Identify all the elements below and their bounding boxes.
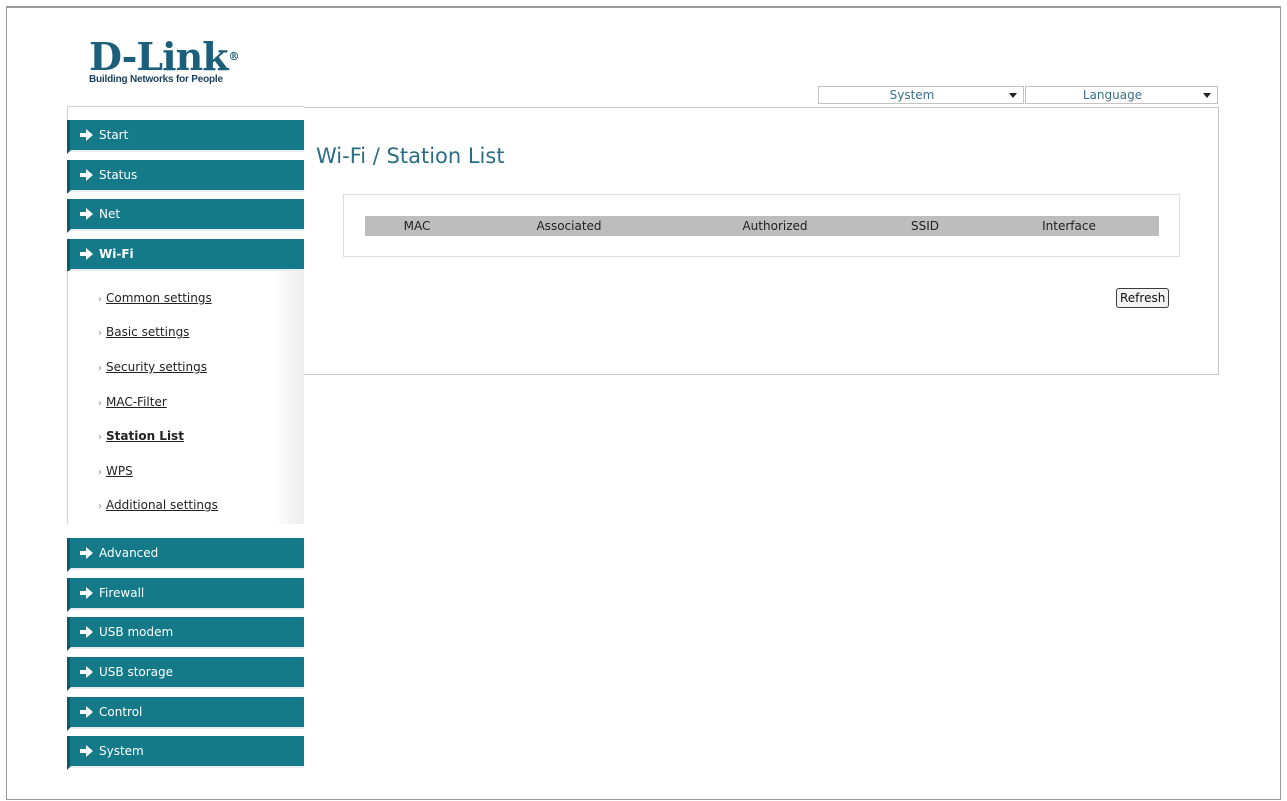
- sidebar-item-net[interactable]: Net: [67, 199, 304, 233]
- submenu-item-mac-filter[interactable]: › MAC-Filter: [98, 395, 167, 409]
- chevron-right-icon: ›: [98, 398, 102, 409]
- sidebar-item-usb-storage[interactable]: USB storage: [67, 657, 304, 691]
- language-select[interactable]: Language: [1025, 86, 1218, 104]
- sidebar-item-label: Net: [99, 207, 121, 221]
- dlink-logo: D-Link® Building Networks for People: [89, 34, 240, 86]
- chevron-right-icon: ›: [98, 467, 102, 478]
- sidebar-top-border: [67, 106, 304, 120]
- submenu-item-wps[interactable]: › WPS: [98, 464, 133, 478]
- sidebar-item-advanced[interactable]: Advanced: [67, 538, 304, 572]
- chevron-right-icon: ›: [98, 363, 102, 374]
- chevron-right-icon: ›: [98, 432, 102, 443]
- chevron-down-icon: [1203, 93, 1211, 98]
- arrow-right-icon: [80, 208, 93, 220]
- table-header: MAC Associated Authorized SSID Interface: [365, 216, 1159, 236]
- sidebar-item-usb-modem[interactable]: USB modem: [67, 617, 304, 651]
- submenu-item-security-settings[interactable]: › Security settings: [98, 360, 207, 374]
- wifi-submenu: › Common settings › Basic settings › Securi…: [67, 271, 304, 524]
- column-header-associated: Associated: [536, 219, 602, 233]
- sidebar-item-label: Status: [99, 168, 138, 182]
- page-title: Wi-Fi / Station List: [316, 144, 505, 168]
- logo-brand: D-Link®: [89, 34, 240, 79]
- arrow-right-icon: [80, 666, 93, 678]
- sidebar-item-label: USB storage: [99, 665, 174, 679]
- submenu-item-additional-settings[interactable]: › Additional settings: [98, 498, 218, 512]
- sidebar-item-label: System: [99, 744, 144, 758]
- arrow-right-icon: [80, 745, 93, 757]
- submenu-item-station-list[interactable]: › Station List: [98, 429, 184, 443]
- logo-tagline: Building Networks for People: [89, 74, 223, 85]
- sidebar-item-system[interactable]: System: [67, 736, 304, 770]
- system-select-value: System: [889, 88, 935, 102]
- sidebar-item-label: Control: [99, 705, 143, 719]
- sidebar-item-label: USB modem: [99, 625, 174, 639]
- column-header-interface: Interface: [1042, 219, 1096, 233]
- chevron-right-icon: ›: [98, 294, 102, 305]
- sidebar-item-control[interactable]: Control: [67, 697, 304, 731]
- arrow-right-icon: [80, 248, 93, 260]
- sidebar-item-wifi[interactable]: Wi-Fi: [67, 239, 304, 273]
- sidebar-item-label: Advanced: [99, 546, 159, 560]
- arrow-right-icon: [80, 706, 93, 718]
- sidebar-item-label: Wi-Fi: [99, 247, 134, 261]
- sidebar-item-status[interactable]: Status: [67, 160, 304, 194]
- arrow-right-icon: [80, 626, 93, 638]
- submenu-item-common-settings[interactable]: › Common settings: [98, 291, 212, 305]
- arrow-right-icon: [80, 169, 93, 181]
- chevron-right-icon: ›: [98, 501, 102, 512]
- arrow-right-icon: [80, 129, 93, 141]
- main-content: Wi-Fi / Station List MAC Associated Auth…: [304, 107, 1219, 375]
- system-select[interactable]: System: [818, 86, 1024, 104]
- language-select-value: Language: [1082, 88, 1143, 102]
- submenu-item-basic-settings[interactable]: › Basic settings: [98, 325, 189, 339]
- refresh-button[interactable]: Refresh: [1116, 288, 1170, 308]
- arrow-right-icon: [80, 547, 93, 559]
- column-header-authorized: Authorized: [742, 219, 808, 233]
- sidebar-item-label: Start: [99, 128, 129, 142]
- sidebar-item-label: Firewall: [99, 586, 145, 600]
- station-table: MAC Associated Authorized SSID Interface: [343, 194, 1180, 257]
- sidebar-item-firewall[interactable]: Firewall: [67, 578, 304, 612]
- chevron-down-icon: [1009, 93, 1017, 98]
- chevron-right-icon: ›: [98, 328, 102, 339]
- sidebar-item-start[interactable]: Start: [67, 120, 304, 154]
- arrow-right-icon: [80, 587, 93, 599]
- column-header-ssid: SSID: [910, 219, 940, 233]
- column-header-mac: MAC: [403, 219, 431, 233]
